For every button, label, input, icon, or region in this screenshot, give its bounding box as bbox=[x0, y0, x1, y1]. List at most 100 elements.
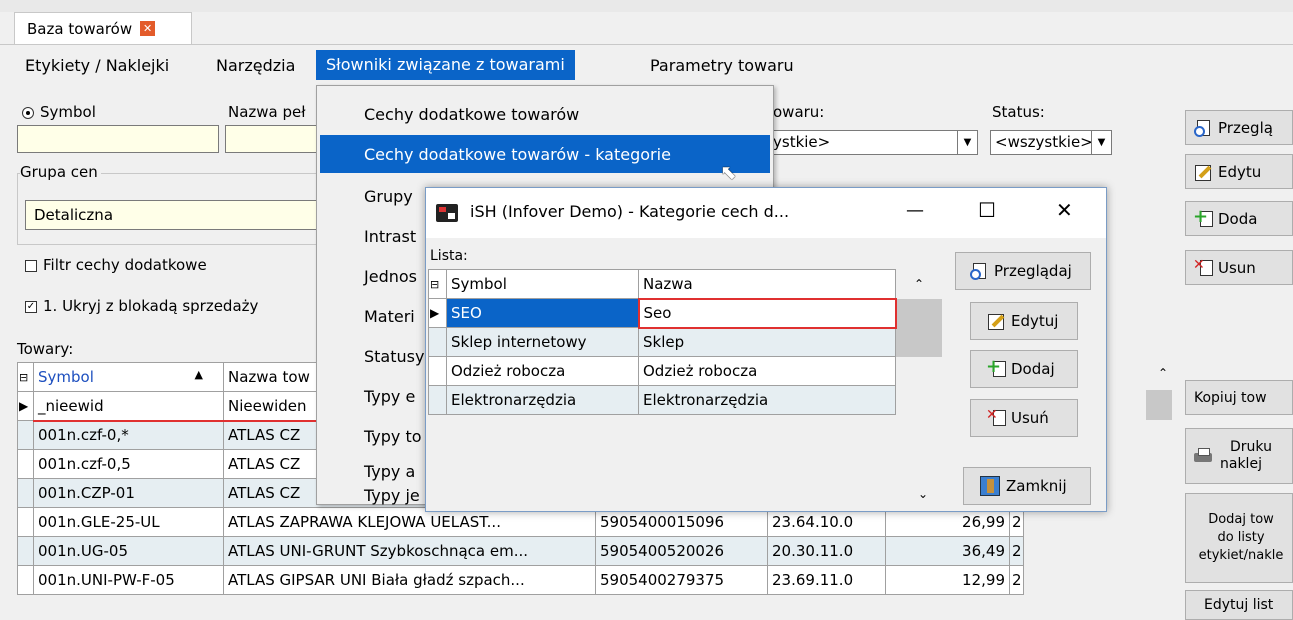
main-scroll-thumb[interactable] bbox=[1146, 390, 1172, 420]
menu-item-cechy[interactable]: Cechy dodatkowe towarów bbox=[320, 95, 770, 133]
menu-parametry[interactable]: Parametry towaru bbox=[650, 56, 794, 75]
edytuj-liste-button[interactable]: Edytuj list bbox=[1185, 590, 1293, 620]
chevron-down-icon[interactable]: ▼ bbox=[957, 131, 977, 154]
cell-symbol[interactable]: 001n.CZP-01 bbox=[33, 478, 224, 508]
cell-symbol[interactable]: Elektronarzędzia bbox=[446, 385, 639, 415]
dialog-titlebar[interactable]: iSH (Infover Demo) - Kategorie cech d...… bbox=[426, 188, 1106, 238]
cell-symbol[interactable]: Sklep internetowy bbox=[446, 327, 639, 357]
table-row[interactable]: Elektronarzędzia Elektronarzędzia bbox=[428, 385, 943, 415]
maximize-icon[interactable]: ☐ bbox=[978, 198, 996, 222]
radio-symbol-indicator[interactable] bbox=[22, 106, 34, 119]
przegladaj-button[interactable]: Przeglą bbox=[1185, 110, 1293, 145]
dodaj-do-listy-button[interactable]: Dodaj tow do listy etykiet/nakle bbox=[1185, 493, 1293, 583]
dodaj-button[interactable]: Doda bbox=[1185, 201, 1293, 236]
drukuj-naklejki-button[interactable]: Druku naklej bbox=[1185, 428, 1293, 484]
minimize-icon[interactable]: — bbox=[906, 200, 924, 221]
drukuj-label-wrap: Druku naklej bbox=[1220, 439, 1272, 473]
main-scroll-up-icon[interactable]: ⌃ bbox=[1155, 366, 1171, 382]
dodaj-tow-label-2: do listy bbox=[1217, 530, 1265, 545]
status-select[interactable]: <wszystkie> ▼ bbox=[990, 130, 1112, 155]
cell-symbol[interactable]: Odzież robocza bbox=[446, 356, 639, 386]
dialog-dodaj-button[interactable]: Dodaj bbox=[970, 350, 1078, 388]
cell-cena[interactable]: 12,99 bbox=[885, 565, 1010, 595]
cell-nazwa[interactable]: Elektronarzędzia bbox=[638, 385, 896, 415]
usun-button[interactable]: Usun bbox=[1185, 250, 1293, 285]
dialog-edytuj-button[interactable]: Edytuj bbox=[970, 302, 1078, 340]
cell-ean[interactable]: 5905400520026 bbox=[595, 536, 768, 566]
cell-symbol[interactable]: 001n.czf-0,5 bbox=[33, 449, 224, 479]
table-row[interactable]: 001n.UG-05 ATLAS UNI-GRUNT Szybkoschnąca… bbox=[17, 536, 1178, 566]
table-row[interactable]: Odzież robocza Odzież robocza bbox=[428, 356, 943, 386]
grid-options-icon[interactable]: ⊟ bbox=[17, 362, 34, 392]
scroll-thumb[interactable] bbox=[895, 298, 943, 328]
cell-nazwa[interactable]: ATLAS GIPSAR UNI Biała gładź szpach... bbox=[223, 565, 596, 595]
cell-nazwa[interactable]: Seo bbox=[637, 297, 897, 329]
filtr-cechy-box[interactable] bbox=[25, 259, 37, 272]
edit-icon bbox=[987, 313, 1005, 330]
cell-symbol[interactable]: 001n.czf-0,* bbox=[33, 420, 224, 450]
menu-item-cechy-label: Cechy dodatkowe towarów bbox=[364, 104, 580, 124]
dialog-przegladaj-label: Przeglądaj bbox=[994, 262, 1072, 280]
cell-v[interactable]: 2 bbox=[1009, 565, 1024, 595]
cell-symbol[interactable]: SEO bbox=[446, 298, 639, 328]
edytuj-button[interactable]: Edytu bbox=[1185, 154, 1293, 189]
typ-towaru-select[interactable]: ystkie> ▼ bbox=[770, 130, 978, 155]
radio-symbol[interactable]: Symbol bbox=[22, 103, 96, 121]
cell-symbol[interactable]: 001n.GLE-25-UL bbox=[33, 507, 224, 537]
table-row[interactable]: Sklep internetowy Sklep bbox=[428, 327, 943, 357]
cell-nazwa[interactable]: ATLAS UNI-GRUNT Szybkoschnąca em... bbox=[223, 536, 596, 566]
cell-symbol[interactable]: 001n.UG-05 bbox=[33, 536, 224, 566]
menu-item-kategorie-label: Cechy dodatkowe towarów - kategorie bbox=[364, 144, 671, 164]
tab-baza-towarow[interactable]: Baza towarów ✕ bbox=[14, 12, 192, 44]
cell-symbol[interactable]: _nieewid bbox=[33, 391, 224, 422]
header-symbol[interactable]: Symbol bbox=[446, 269, 639, 299]
cell-nazwa[interactable]: Odzież robocza bbox=[638, 356, 896, 386]
close-icon[interactable]: ✕ bbox=[1056, 198, 1073, 222]
row-selector bbox=[17, 449, 34, 479]
scroll-track[interactable] bbox=[895, 385, 943, 415]
cell-pkwiu[interactable]: 23.69.11.0 bbox=[767, 565, 886, 595]
scroll-up-icon[interactable]: ⌃ bbox=[895, 269, 943, 299]
filtr-cechy-checkbox[interactable]: Filtr cechy dodatkowe bbox=[25, 256, 207, 274]
cell-ean[interactable]: 5905400279375 bbox=[595, 565, 768, 595]
menu-item-cechy-kategorie[interactable]: Cechy dodatkowe towarów - kategorie bbox=[320, 135, 770, 173]
cell-v[interactable]: 2 bbox=[1009, 536, 1024, 566]
nazwa-input[interactable] bbox=[225, 125, 320, 153]
status-label: Status: bbox=[992, 103, 1045, 121]
edytuj-liste-label: Edytuj list bbox=[1204, 597, 1274, 613]
tab-close-icon[interactable]: ✕ bbox=[140, 21, 156, 36]
grupa-cen-input[interactable]: Detaliczna bbox=[25, 200, 317, 230]
ukryj-check-icon[interactable]: ✓ bbox=[25, 300, 37, 313]
menu-etykiety[interactable]: Etykiety / Naklejki bbox=[25, 56, 169, 75]
dialog-usun-button[interactable]: Usuń bbox=[970, 399, 1078, 437]
header-symbol[interactable]: Symbol ▲ bbox=[33, 362, 224, 392]
cell-symbol[interactable]: 001n.UNI-PW-F-05 bbox=[33, 565, 224, 595]
table-row[interactable]: ▶ SEO Seo bbox=[428, 297, 943, 329]
cell-cena[interactable]: 36,49 bbox=[885, 536, 1010, 566]
dialog-przegladaj-button[interactable]: Przeglądaj bbox=[955, 252, 1091, 290]
row-pointer-icon: ▶ bbox=[17, 391, 34, 421]
scroll-track[interactable] bbox=[895, 356, 943, 386]
tab-label: Baza towarów bbox=[27, 19, 133, 38]
grupa-cen-label: Grupa cen bbox=[20, 163, 101, 181]
dialog-usun-label: Usuń bbox=[1011, 409, 1049, 427]
dialog-grid-area bbox=[428, 428, 942, 506]
ukryj-blokada-checkbox[interactable]: ✓ 1. Ukryj z blokadą sprzedaży bbox=[25, 297, 258, 315]
kopiuj-button[interactable]: Kopiuj tow bbox=[1185, 380, 1293, 415]
dialog-zamknij-button[interactable]: Zamknij bbox=[963, 467, 1091, 505]
symbol-input[interactable] bbox=[17, 125, 219, 153]
towary-label: Towary: bbox=[17, 340, 74, 358]
cell-pkwiu[interactable]: 20.30.11.0 bbox=[767, 536, 886, 566]
status-value: <wszystkie> bbox=[995, 133, 1093, 151]
menu-slowniki[interactable]: Słowniki związane z towarami bbox=[316, 50, 575, 80]
header-nazwa[interactable]: Nazwa bbox=[638, 269, 896, 299]
chevron-down-icon[interactable]: ▼ bbox=[1091, 131, 1111, 154]
header-symbol-label: Symbol bbox=[38, 368, 94, 386]
scroll-thumb[interactable] bbox=[895, 327, 943, 357]
scroll-down-icon[interactable]: ⌄ bbox=[915, 487, 931, 503]
dodaj-label: Doda bbox=[1218, 209, 1258, 228]
grid-options-icon[interactable]: ⊟ bbox=[428, 269, 447, 299]
menu-narzedzia[interactable]: Narzędzia bbox=[216, 56, 295, 75]
cell-nazwa[interactable]: Sklep bbox=[638, 327, 896, 357]
table-row[interactable]: 001n.UNI-PW-F-05 ATLAS GIPSAR UNI Biała … bbox=[17, 565, 1178, 595]
